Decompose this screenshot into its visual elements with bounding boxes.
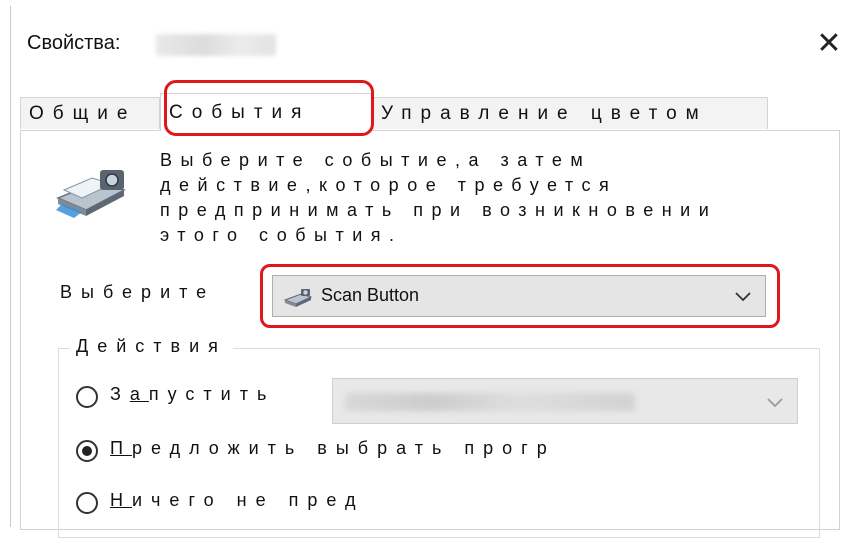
radio-launch-label: Запустить bbox=[110, 384, 276, 404]
tab-events[interactable]: События bbox=[160, 93, 372, 131]
radio-nothing-circle[interactable] bbox=[76, 492, 98, 514]
tab-strip: Общие События Управление цветом bbox=[20, 93, 800, 131]
window-title: Свойства: bbox=[27, 32, 121, 54]
title-bar: Свойства: ✕ bbox=[11, 6, 851, 82]
close-icon: ✕ bbox=[816, 26, 842, 61]
radio-suggest-program[interactable]: Предложить выбрать прогр bbox=[76, 436, 676, 468]
scanner-icon bbox=[56, 170, 126, 218]
tab-general[interactable]: Общие bbox=[20, 97, 160, 129]
event-dropdown-value: Scan Button bbox=[321, 285, 420, 305]
radio-launch[interactable]: Запустить bbox=[76, 382, 326, 414]
redacted-device-name bbox=[156, 34, 276, 56]
redacted-program-name bbox=[345, 393, 635, 411]
radio-suggest-circle[interactable] bbox=[76, 440, 98, 462]
radio-suggest-label: Предложить выбрать прогр bbox=[110, 438, 556, 458]
program-dropdown[interactable] bbox=[332, 378, 798, 424]
scanner-icon bbox=[283, 289, 313, 307]
instruction-text: Выберите событие,а затем действие,которо… bbox=[160, 150, 718, 245]
event-dropdown[interactable]: Scan Button bbox=[272, 275, 766, 317]
actions-group-title: Действия bbox=[70, 336, 233, 357]
chevron-down-icon bbox=[735, 292, 751, 302]
tab-color-management[interactable]: Управление цветом bbox=[372, 97, 768, 129]
chevron-down-icon bbox=[767, 398, 783, 408]
radio-launch-circle[interactable] bbox=[76, 386, 98, 408]
close-button[interactable]: ✕ bbox=[806, 24, 851, 64]
radio-do-nothing[interactable]: Ничего не пред bbox=[76, 488, 476, 520]
radio-nothing-label: Ничего не пред bbox=[110, 490, 365, 510]
select-event-label: Выберите bbox=[60, 282, 216, 302]
